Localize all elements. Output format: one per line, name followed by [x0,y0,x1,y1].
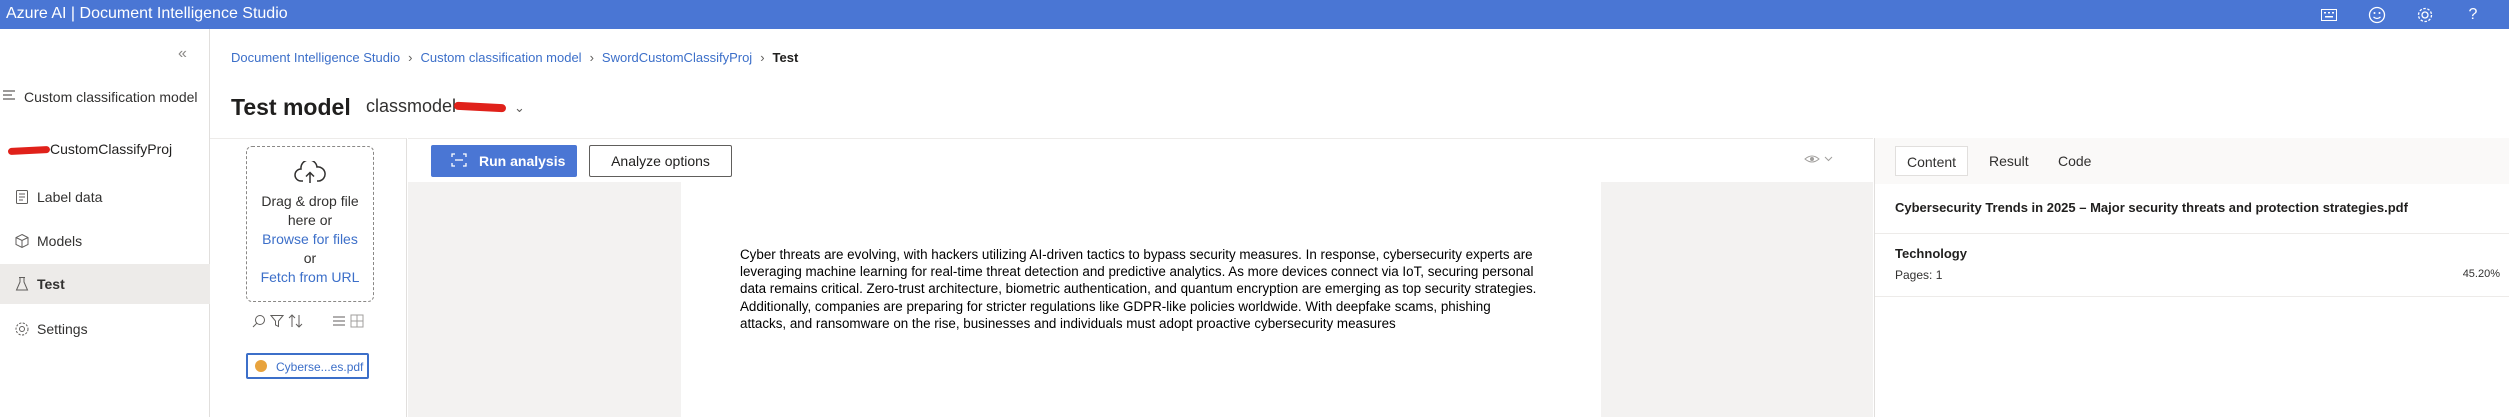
list-view-icon[interactable] [332,314,346,333]
browse-files-link[interactable]: Browse for files [247,230,373,249]
menu-lines-icon [2,87,18,106]
chevron-right-icon: › [760,50,765,65]
divider [1875,233,2509,234]
scan-icon [451,153,467,170]
chevron-right-icon: › [589,50,594,65]
sidebar-item-test[interactable]: Test [0,264,210,304]
project-name-text: CustomClassifyProj [50,141,173,157]
results-content: Cybersecurity Trends in 2025 – Major sec… [1875,184,2509,417]
label-data-icon [14,189,30,205]
tab-code[interactable]: Code [2047,146,2102,176]
view-options-eye-icon[interactable] [1804,153,1834,168]
sidebar-item-label: Settings [37,321,88,337]
file-dropzone[interactable]: Drag & drop file here or Browse for file… [246,146,374,302]
dropzone-text: Drag & drop file [261,193,359,209]
breadcrumb-link[interactable]: Document Intelligence Studio [231,50,400,65]
sort-icon[interactable] [288,314,304,333]
breadcrumb-link[interactable]: SwordCustomClassifyProj [602,50,752,65]
models-cube-icon [14,233,30,249]
document-viewer[interactable]: Cyber threats are evolving, with hackers… [408,182,1873,417]
sidebar-item-settings[interactable]: Settings [0,309,210,349]
breadcrumb-link[interactable]: Custom classification model [420,50,581,65]
feedback-smiley-icon[interactable] [2366,4,2388,26]
divider [1875,296,2509,297]
search-icon[interactable] [252,314,266,333]
run-analysis-button[interactable]: Run analysis [431,145,577,177]
keyboard-icon[interactable] [2318,4,2340,26]
model-selector[interactable]: classmodel ⌄ [366,96,525,117]
analysis-toolbar: Run analysis Analyze options [408,138,1873,182]
results-panel: Content Result Code Cybersecurity Trends… [1874,138,2509,417]
analyzed-document-name: Cybersecurity Trends in 2025 – Major sec… [1895,200,2408,215]
grid-view-icon[interactable] [350,314,364,333]
chevron-right-icon: › [408,50,413,65]
run-analysis-label: Run analysis [479,153,566,169]
file-name: Cyberse...es.pdf [276,360,364,374]
settings-gear-icon [14,321,30,337]
model-name-text: classmodel [366,96,457,116]
page-title: Test model [231,94,351,120]
filter-icon[interactable] [269,314,285,333]
redaction-mark [453,101,507,113]
settings-gear-icon[interactable] [2414,4,2436,26]
breadcrumb-current: Test [772,50,799,65]
sidebar-section-label: Custom classification model [24,89,198,105]
sidebar-item-label: Models [37,233,83,249]
test-beaker-icon [14,276,30,292]
document-page: Cyber threats are evolving, with hackers… [681,182,1601,417]
fetch-from-url-link[interactable]: Fetch from URL [247,268,373,287]
document-text: Cyber threats are evolving, with hackers… [740,247,1537,331]
app-title: Azure AI | Document Intelligence Studio [6,5,288,22]
sidebar-item-label: Test [37,276,65,292]
sidebar-item-label: Label data [37,189,103,205]
file-list-toolbar [248,314,372,334]
page-count: Pages: 1 [1895,268,1943,282]
cloud-upload-icon [247,159,373,188]
project-name: CustomClassifyProj [7,141,173,157]
analyze-options-button[interactable]: Analyze options [589,145,732,177]
classification-result[interactable]: Technology [1895,246,1967,261]
file-item[interactable]: Cyberse...es.pdf [246,353,369,379]
sidebar: « Custom classification model CustomClas… [0,29,210,417]
dropzone-text: or [303,250,317,266]
tab-content[interactable]: Content [1895,146,1969,176]
top-bar: Azure AI | Document Intelligence Studio … [0,0,2509,29]
help-icon[interactable]: ? [2462,4,2484,26]
confidence-score: 45.20% [2462,268,2500,280]
file-panel: Drag & drop file here or Browse for file… [210,138,407,417]
file-status-icon [255,360,267,372]
sidebar-item-label-data[interactable]: Label data [0,177,210,217]
collapse-sidebar-icon[interactable]: « [178,45,187,63]
breadcrumb: Document Intelligence Studio › Custom clas… [231,50,798,65]
chevron-down-icon: ⌄ [514,100,525,115]
redaction-mark [7,145,51,155]
dropzone-text: here or [287,212,333,228]
tab-result[interactable]: Result [1978,146,2040,176]
sidebar-item-models[interactable]: Models [0,221,210,261]
sidebar-section-header[interactable]: Custom classification model [0,85,210,109]
